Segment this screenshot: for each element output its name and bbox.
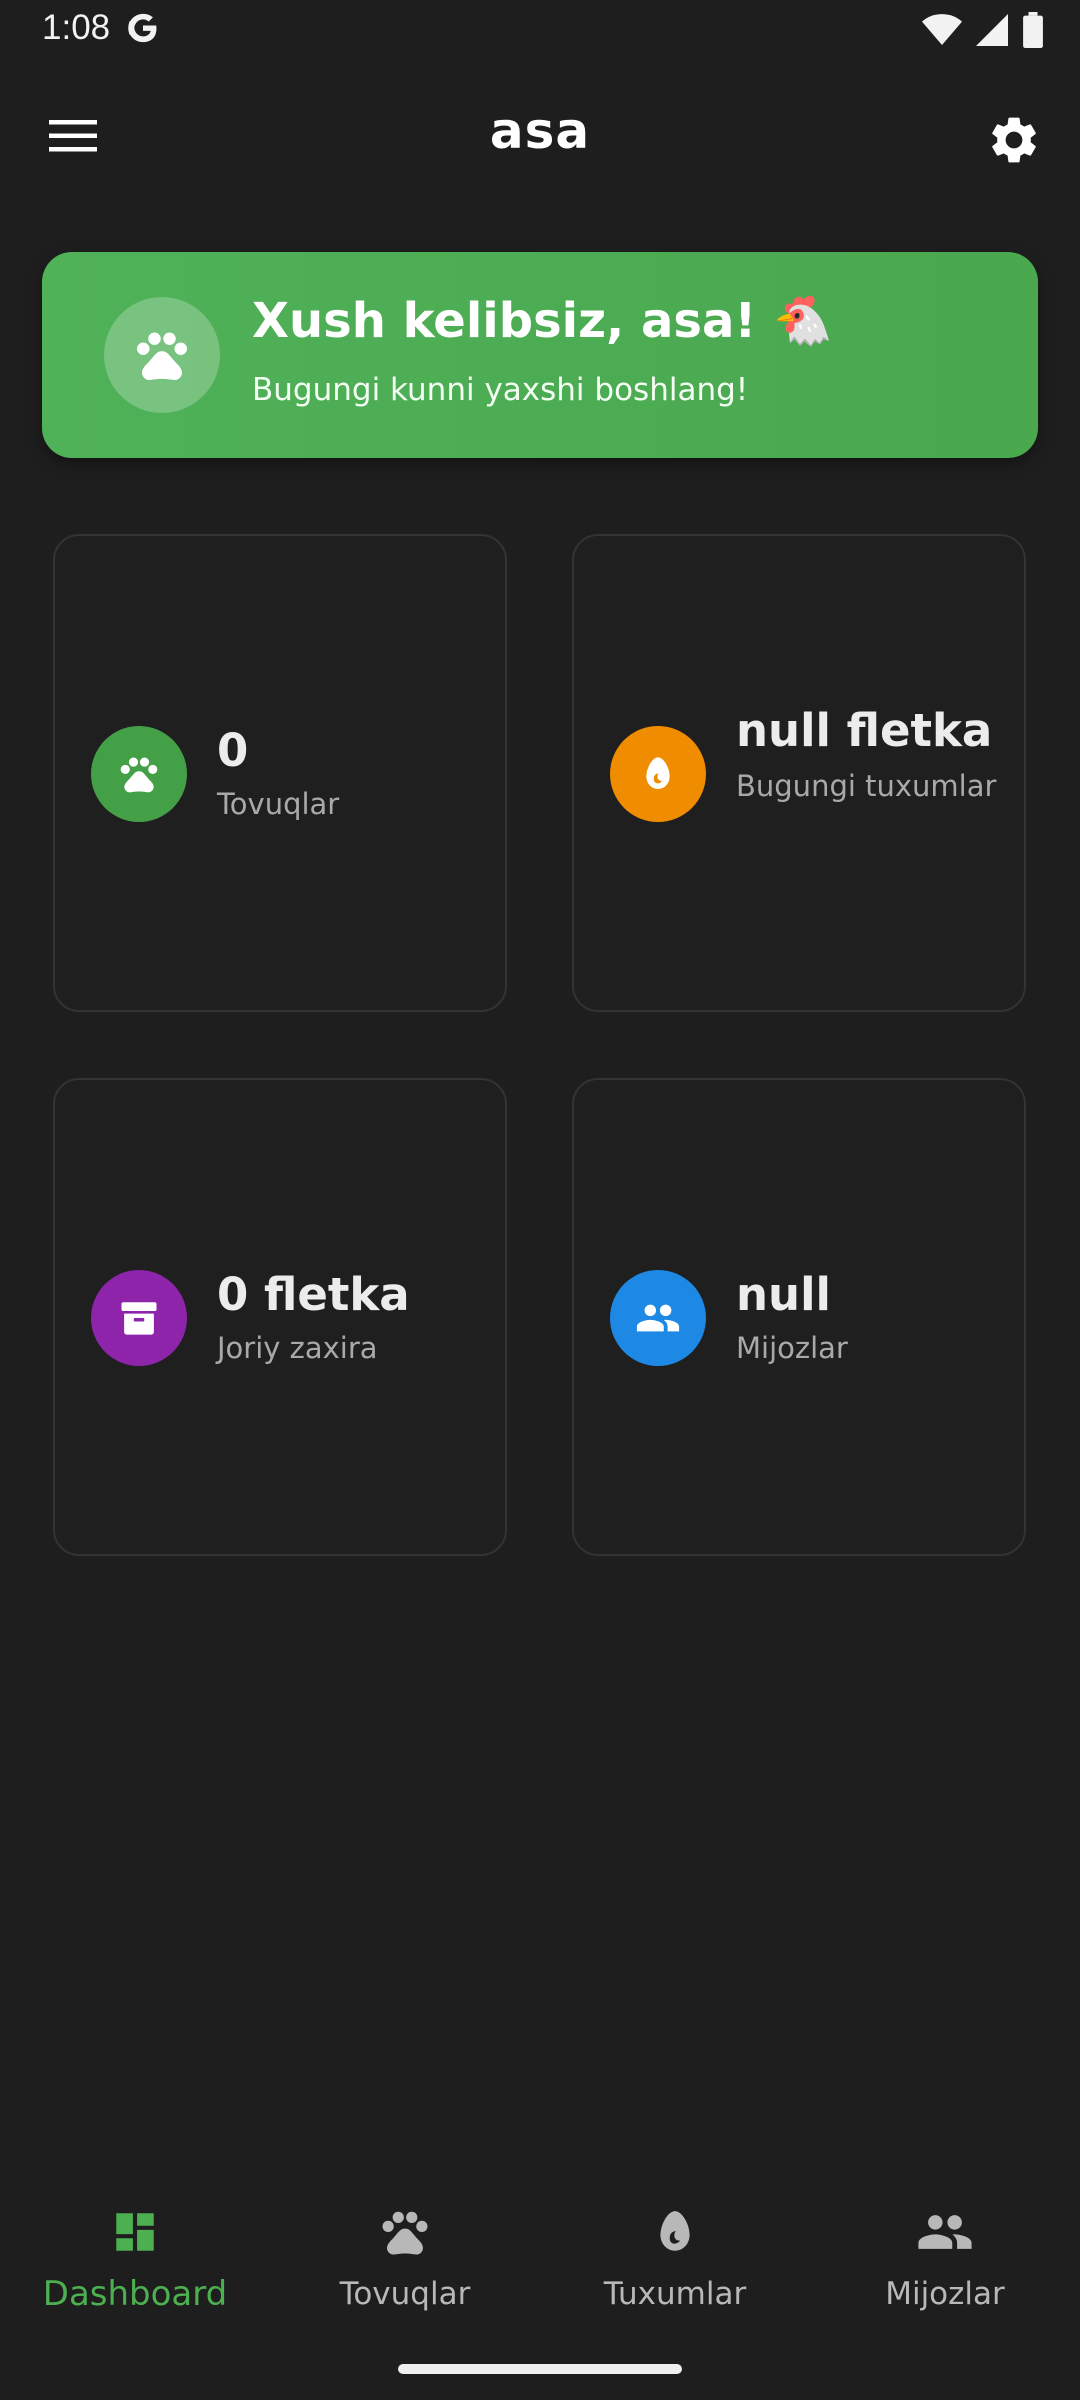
app-bar: asa: [0, 80, 1080, 192]
stat-card-today-eggs[interactable]: null fletka Bugungi tuxumlar: [572, 534, 1026, 1012]
paw-icon: [120, 757, 158, 793]
nav-item-eggs[interactable]: Tuxumlar: [540, 2200, 810, 2320]
status-time: 1:08: [42, 8, 111, 47]
wifi-icon: [922, 14, 962, 45]
people-icon: [916, 2200, 974, 2264]
stat-card-stock[interactable]: 0 fletka Joriy zaxira: [53, 1078, 507, 1556]
bottom-navigation: Dashboard Tovuqlar Tuxumlar Mijozlar: [0, 2180, 1080, 2340]
stat-label: Bugungi tuxumlar: [736, 769, 997, 803]
nav-item-dashboard[interactable]: Dashboard: [0, 2200, 270, 2320]
nav-item-chickens[interactable]: Tovuqlar: [270, 2200, 540, 2320]
nav-item-customers[interactable]: Mijozlar: [810, 2200, 1080, 2320]
welcome-title: Xush kelibsiz, asa! 🐔: [252, 293, 833, 349]
gear-icon: [992, 117, 1036, 163]
gesture-handle[interactable]: [398, 2364, 682, 2374]
google-g-icon: [128, 13, 157, 43]
paw-icon: [137, 332, 187, 381]
battery-icon: [1023, 12, 1043, 48]
stat-icon-circle: [91, 726, 187, 822]
nav-label: Mijozlar: [885, 2276, 1005, 2312]
stat-label: Mijozlar: [736, 1331, 848, 1365]
stat-value: 0 fletka: [217, 1268, 410, 1321]
archive-box-icon: [121, 1302, 157, 1335]
status-icons: [922, 12, 1044, 48]
app-screen: 1:08 asa Xush kelibsiz, asa! 🐔 Bugungi k…: [0, 0, 1080, 2400]
welcome-card: Xush kelibsiz, asa! 🐔 Bugungi kunni yaxs…: [42, 252, 1038, 458]
stat-icon-circle: [610, 726, 706, 822]
egg-icon: [650, 2200, 700, 2264]
app-title: asa: [489, 102, 591, 160]
stat-icon-circle: [91, 1270, 187, 1366]
nav-label: Dashboard: [42, 2274, 228, 2314]
status-bar: 1:08: [0, 0, 1080, 64]
paw-icon: [378, 2200, 432, 2264]
stat-card-customers[interactable]: null Mijozlar: [572, 1078, 1026, 1556]
stat-label: Tovuqlar: [217, 787, 340, 821]
cell-signal-icon: [976, 14, 1008, 46]
welcome-subtitle: Bugungi kunni yaxshi boshlang!: [252, 372, 749, 408]
people-icon: [636, 1304, 680, 1332]
welcome-avatar: [104, 297, 220, 413]
nav-label: Tuxumlar: [603, 2276, 747, 2312]
stat-card-chickens[interactable]: 0 Tovuqlar: [53, 534, 507, 1012]
stat-value: null: [736, 1268, 831, 1321]
egg-icon: [646, 757, 670, 789]
dashboard-icon: [110, 2200, 160, 2264]
settings-button[interactable]: [978, 104, 1050, 176]
stat-value: 0: [217, 724, 249, 777]
nav-label: Tovuqlar: [339, 2276, 471, 2312]
stat-value: null fletka: [736, 704, 993, 757]
stat-icon-circle: [610, 1270, 706, 1366]
stat-label: Joriy zaxira: [217, 1331, 378, 1365]
